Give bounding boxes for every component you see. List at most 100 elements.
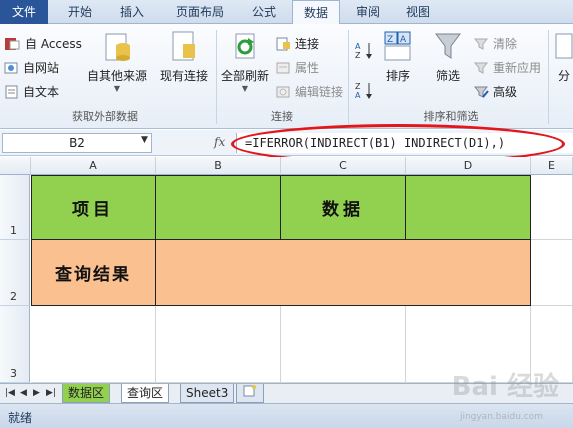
from-text-label: 自文本 — [23, 85, 60, 99]
properties-icon — [276, 62, 290, 73]
tab-formulas[interactable]: 公式 — [244, 0, 284, 24]
advanced-filter-icon — [474, 86, 489, 98]
sort-ascending-button[interactable]: A Z — [354, 40, 376, 60]
column-header-c[interactable]: C — [281, 157, 406, 175]
cell-b3[interactable] — [156, 306, 281, 383]
sort-dialog-icon: Z A — [384, 31, 411, 61]
cell-b1[interactable] — [156, 175, 281, 240]
advanced-filter-button[interactable]: 高级 — [474, 83, 517, 100]
split-label: 分 — [557, 69, 570, 83]
text-file-icon — [5, 85, 18, 98]
insert-function-icon[interactable]: fx — [214, 135, 225, 149]
name-box-dropdown-icon[interactable]: ▼ — [141, 135, 148, 145]
sort-descending-button[interactable]: Z A — [354, 80, 376, 100]
edit-links-label: 编辑链接 — [295, 85, 344, 99]
worksheet-grid: A B C D E 1 2 3 项目 数据 查询结果 — [0, 157, 573, 383]
from-text-button[interactable]: 自文本 — [4, 83, 59, 100]
web-icon — [4, 62, 18, 73]
next-sheet-icon[interactable]: ▶ — [33, 388, 40, 398]
sheet-tab-sheet3[interactable]: Sheet3 — [180, 384, 235, 403]
svg-text:Z: Z — [355, 51, 361, 60]
filter-button[interactable]: 筛选 — [430, 30, 466, 84]
first-sheet-icon[interactable]: |◀ — [5, 388, 15, 398]
group-label-get-external: 获取外部数据 — [72, 110, 138, 123]
svg-text:A: A — [400, 35, 407, 45]
tab-insert[interactable]: 插入 — [110, 0, 154, 24]
group-label-sort-filter: 排序和筛选 — [423, 110, 479, 123]
advanced-filter-label: 高级 — [493, 85, 518, 99]
filter-label: 筛选 — [435, 69, 460, 83]
chevron-down-icon: ▼ — [113, 84, 121, 93]
properties-button[interactable]: 属性 — [276, 59, 319, 76]
prev-sheet-icon[interactable]: ◀ — [20, 388, 27, 398]
sort-ascending-icon: A Z — [355, 42, 372, 60]
baidu-watermark: Bai 经验 — [451, 372, 559, 402]
tab-view[interactable]: 视图 — [396, 0, 440, 24]
ribbon-tab-bar: 文件 开始 插入 页面布局 公式 数据 审阅 视图 — [0, 0, 573, 25]
tab-review[interactable]: 审阅 — [346, 0, 390, 24]
svg-text:A: A — [355, 91, 361, 100]
group-separator — [348, 30, 349, 124]
tab-data[interactable]: 数据 — [292, 0, 340, 25]
sort-button[interactable]: Z A 排序 — [380, 30, 416, 84]
from-other-sources-button[interactable]: 自其他来源 ▼ — [86, 30, 148, 93]
column-header-b[interactable]: B — [156, 157, 281, 175]
refresh-all-button[interactable]: 全部刷新 ▼ — [218, 30, 272, 93]
clear-filter-icon — [474, 38, 489, 50]
from-web-label: 自网站 — [23, 61, 60, 75]
clear-filter-button[interactable]: 清除 — [474, 35, 517, 52]
from-access-label: 自 Access — [25, 37, 82, 51]
sheet-tab-data-area[interactable]: 数据区 — [62, 384, 111, 403]
reapply-filter-icon — [474, 62, 489, 74]
tab-home[interactable]: 开始 — [58, 0, 102, 24]
svg-text:Z: Z — [387, 35, 393, 45]
status-ready: 就绪 — [8, 411, 33, 425]
connections-label: 连接 — [295, 37, 320, 51]
select-all-corner[interactable] — [0, 157, 31, 175]
table-left-border — [31, 175, 32, 306]
from-web-button[interactable]: 自网站 — [4, 59, 59, 76]
cell-c3[interactable] — [281, 306, 406, 383]
name-box-value: B2 — [69, 136, 85, 150]
cell-a1[interactable]: 项目 — [31, 175, 156, 240]
row-header-3[interactable]: 3 — [0, 306, 30, 383]
cell-b2-merged[interactable] — [156, 240, 531, 306]
refresh-all-label: 全部刷新 — [220, 69, 269, 83]
sort-descending-icon: Z A — [355, 82, 372, 100]
last-sheet-icon[interactable]: ▶| — [46, 388, 56, 398]
name-box[interactable]: B2 — [2, 133, 152, 153]
edit-links-button[interactable]: 编辑链接 — [276, 83, 343, 100]
row-header-2[interactable]: 2 — [0, 240, 30, 306]
sort-label: 排序 — [385, 69, 410, 83]
reapply-filter-label: 重新应用 — [493, 61, 542, 75]
existing-connections-button[interactable]: 现有连接 — [156, 30, 212, 84]
split-columns-icon — [555, 33, 573, 59]
connections-button[interactable]: 连接 — [276, 35, 319, 52]
refresh-icon — [235, 33, 255, 59]
column-header-d[interactable]: D — [406, 157, 531, 175]
svg-text:A: A — [355, 42, 361, 51]
column-header-e[interactable]: E — [531, 157, 573, 175]
reapply-filter-button[interactable]: 重新应用 — [474, 59, 541, 76]
sheet-tab-query-area[interactable]: 查询区 — [121, 384, 170, 403]
row-header-1[interactable]: 1 — [0, 175, 30, 240]
group-label-connections: 连接 — [271, 110, 293, 123]
cell-e1[interactable] — [531, 175, 573, 240]
ribbon: 自 Access 自网站 自文本 自其他来源 ▼ 现有连接 获取外部数据 全部刷… — [0, 24, 573, 129]
tab-page-layout[interactable]: 页面布局 — [166, 0, 234, 24]
cell-d1[interactable] — [406, 175, 531, 240]
clear-filter-label: 清除 — [493, 37, 518, 51]
edit-links-icon — [276, 86, 290, 97]
tab-file[interactable]: 文件 — [0, 0, 48, 24]
cell-e2[interactable] — [531, 240, 573, 306]
from-access-button[interactable]: 自 Access — [4, 35, 82, 52]
properties-label: 属性 — [295, 61, 320, 75]
split-button[interactable]: 分 — [552, 30, 573, 84]
row-number: 3 — [10, 367, 17, 380]
cell-a3[interactable] — [31, 306, 156, 383]
insert-sheet-button[interactable] — [236, 384, 264, 403]
cell-c1[interactable]: 数据 — [281, 175, 406, 240]
baidu-watermark-url: jingyan.baidu.com — [459, 412, 543, 422]
cell-a2[interactable]: 查询结果 — [31, 240, 156, 306]
column-header-a[interactable]: A — [31, 157, 156, 175]
